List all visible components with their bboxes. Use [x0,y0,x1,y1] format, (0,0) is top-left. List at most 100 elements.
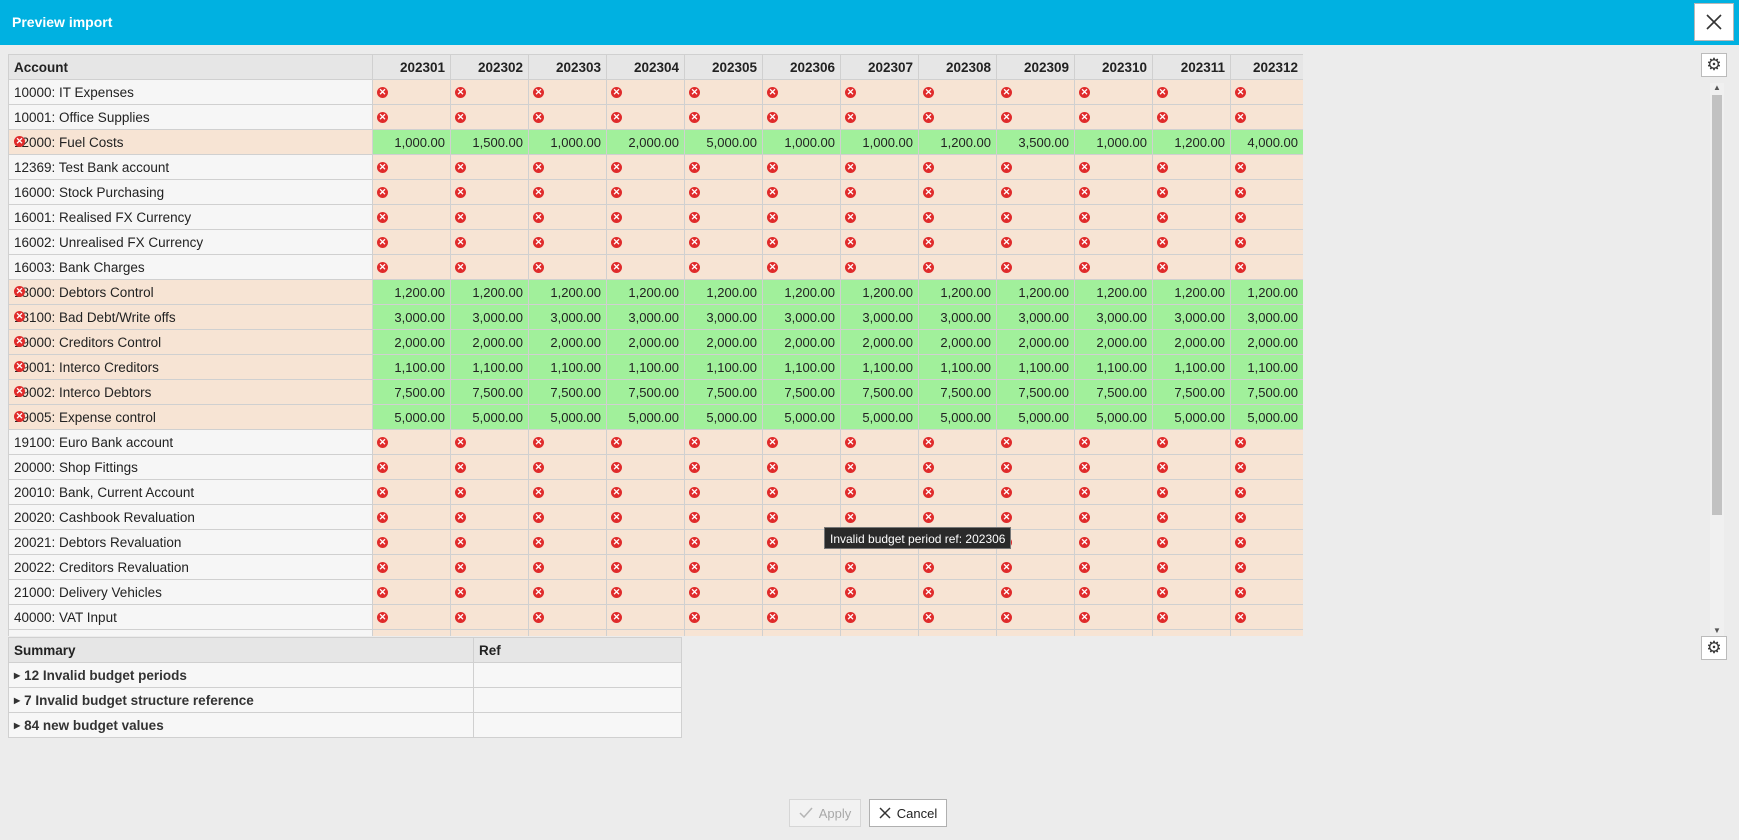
error-x-icon[interactable]: ✕ [533,537,544,549]
invalid-value-cell[interactable]: ✕ [372,454,451,480]
invalid-value-cell[interactable]: ✕ [450,154,529,180]
invalid-value-cell[interactable]: ✕ [450,504,529,530]
error-x-icon[interactable]: ✕ [767,487,778,499]
invalid-value-cell[interactable]: ✕ [1230,229,1303,255]
error-x-icon[interactable]: ✕ [767,212,778,224]
budget-value-cell[interactable]: 1,200.00 [684,279,763,305]
budget-value-cell[interactable]: 2,000.00 [450,329,529,355]
budget-value-cell[interactable]: 1,100.00 [918,354,997,380]
invalid-value-cell[interactable]: ✕ [840,454,919,480]
triangle-right-icon[interactable]: ▶ [14,721,20,730]
budget-value-cell[interactable]: 5,000.00 [1074,404,1153,430]
error-x-icon[interactable]: ✕ [455,112,466,124]
error-x-icon[interactable]: ✕ [455,512,466,524]
budget-value-cell[interactable]: 1,100.00 [450,354,529,380]
error-x-icon[interactable]: ✕ [767,562,778,574]
invalid-value-cell[interactable]: ✕ [1230,79,1303,105]
error-x-icon[interactable]: ✕ [1079,612,1090,624]
error-x-icon[interactable]: ✕ [1079,487,1090,499]
error-x-icon[interactable]: ✕ [533,462,544,474]
budget-value-cell[interactable]: 2,000.00 [996,329,1075,355]
invalid-value-cell[interactable]: ✕ [918,229,997,255]
error-x-icon[interactable]: ✕ [1157,462,1168,474]
invalid-value-cell[interactable]: ✕ [996,504,1075,530]
column-header-period[interactable]: 202307 [840,54,919,80]
invalid-value-cell[interactable]: ✕ [684,104,763,130]
invalid-value-cell[interactable]: ✕ [606,229,685,255]
invalid-value-cell[interactable]: ✕ [606,629,685,636]
budget-value-cell[interactable]: 1,200.00 [450,279,529,305]
error-x-icon[interactable]: ✕ [689,512,700,524]
error-x-icon[interactable]: ✕ [1001,462,1012,474]
invalid-value-cell[interactable]: ✕ [1152,179,1231,205]
error-x-icon[interactable]: ✕ [923,262,934,274]
invalid-value-cell[interactable]: ✕ [840,579,919,605]
invalid-value-cell[interactable]: ✕ [1074,179,1153,205]
budget-value-cell[interactable]: 5,000.00 [996,404,1075,430]
table-row[interactable]: 20021: Debtors Revaluation✕✕✕✕✕✕✕✕✕✕✕✕ [8,529,1303,555]
invalid-value-cell[interactable]: ✕ [1152,579,1231,605]
error-x-icon[interactable]: ✕ [611,112,622,124]
invalid-value-cell[interactable]: ✕ [918,429,997,455]
error-x-icon[interactable]: ✕ [767,262,778,274]
error-x-icon[interactable]: ✕ [14,311,25,322]
invalid-value-cell[interactable]: ✕ [606,204,685,230]
error-x-icon[interactable]: ✕ [845,612,856,624]
budget-value-cell[interactable]: 3,000.00 [606,304,685,330]
account-cell[interactable]: 19100: Euro Bank account [8,429,373,455]
error-x-icon[interactable]: ✕ [377,162,388,174]
budget-value-cell[interactable]: 1,200.00 [528,279,607,305]
invalid-value-cell[interactable]: ✕ [1152,454,1231,480]
invalid-value-cell[interactable]: ✕ [1230,629,1303,636]
invalid-value-cell[interactable]: ✕ [1152,554,1231,580]
invalid-value-cell[interactable]: ✕ [372,479,451,505]
table-row[interactable]: ✕ 19000: Creditors Control 2,000.00 2,000.0… [8,329,1303,355]
error-x-icon[interactable]: ✕ [1235,462,1246,474]
error-x-icon[interactable]: ✕ [1157,262,1168,274]
error-x-icon[interactable]: ✕ [377,112,388,124]
invalid-value-cell[interactable]: ✕ [684,429,763,455]
error-x-icon[interactable]: ✕ [923,162,934,174]
invalid-value-cell[interactable]: ✕ [528,204,607,230]
invalid-value-cell[interactable]: ✕ [1152,104,1231,130]
error-x-icon[interactable]: ✕ [767,162,778,174]
budget-value-cell[interactable]: 1,200.00 [918,279,997,305]
budget-value-cell[interactable]: 7,500.00 [1074,379,1153,405]
error-x-icon[interactable]: ✕ [377,437,388,449]
invalid-value-cell[interactable]: ✕ [918,204,997,230]
invalid-value-cell[interactable]: ✕ [1230,504,1303,530]
invalid-value-cell[interactable]: ✕ [1074,629,1153,636]
column-header-period[interactable]: 202302 [450,54,529,80]
error-x-icon[interactable]: ✕ [689,262,700,274]
invalid-value-cell[interactable]: ✕ [684,504,763,530]
error-x-icon[interactable]: ✕ [923,87,934,99]
invalid-value-cell[interactable]: ✕ [684,479,763,505]
error-x-icon[interactable]: ✕ [1079,462,1090,474]
budget-value-cell[interactable]: 7,500.00 [606,379,685,405]
error-x-icon[interactable]: ✕ [455,487,466,499]
error-x-icon[interactable]: ✕ [533,487,544,499]
summary-row[interactable]: ▶ 12 Invalid budget periods [8,662,682,688]
account-cell[interactable]: ✕ 18000: Debtors Control [8,279,373,305]
account-cell[interactable]: 10000: IT Expenses [8,79,373,105]
apply-button[interactable]: Apply [789,799,861,827]
budget-value-cell[interactable]: 3,000.00 [528,304,607,330]
table-row[interactable]: 20010: Bank, Current Account ✕ ✕ ✕ ✕ ✕ ✕ ✕ ✕ ✕ ✕ ✕ ✕ [8,479,1303,505]
account-cell[interactable]: 16002: Unrealised FX Currency [8,229,373,255]
invalid-value-cell[interactable]: ✕ [684,554,763,580]
account-cell[interactable]: 20010: Bank, Current Account [8,479,373,505]
invalid-value-cell[interactable]: ✕ [918,79,997,105]
budget-value-cell[interactable]: 3,000.00 [684,304,763,330]
error-x-icon[interactable]: ✕ [611,162,622,174]
error-x-icon[interactable]: ✕ [845,587,856,599]
invalid-value-cell[interactable]: ✕ [1074,79,1153,105]
vertical-scrollbar[interactable]: ▲ ▼ [1710,83,1724,636]
budget-value-cell[interactable]: 3,000.00 [1152,304,1231,330]
scrollbar-thumb[interactable] [1712,95,1722,515]
error-x-icon[interactable]: ✕ [455,537,466,549]
budget-value-cell[interactable]: 7,500.00 [684,379,763,405]
error-x-icon[interactable]: ✕ [767,112,778,124]
error-x-icon[interactable]: ✕ [14,411,25,422]
invalid-value-cell[interactable]: ✕ [372,554,451,580]
error-x-icon[interactable]: ✕ [377,587,388,599]
